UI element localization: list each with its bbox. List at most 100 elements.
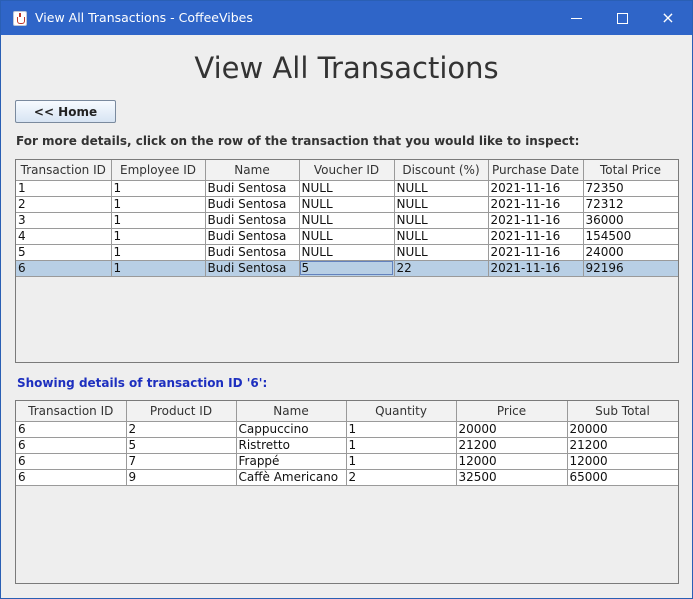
table-cell[interactable]: 72312: [582, 195, 678, 213]
table-cell[interactable]: Budi Sentosa: [204, 243, 300, 261]
table-cell[interactable]: 24000: [582, 243, 678, 261]
table-cell[interactable]: Budi Sentosa: [204, 195, 300, 213]
table-cell[interactable]: 2: [16, 195, 112, 213]
table-cell[interactable]: 5: [125, 436, 237, 454]
details-header-row: Transaction ID Product ID Name Quantity …: [16, 401, 678, 422]
detail-row[interactable]: 6 9 Caffè Americano 2 32500 65000: [16, 468, 678, 486]
table-cell[interactable]: Cappuccino: [235, 420, 347, 438]
table-cell[interactable]: Budi Sentosa: [204, 179, 300, 197]
column-header[interactable]: Voucher ID: [298, 160, 395, 181]
table-cell[interactable]: 7: [125, 452, 237, 470]
detail-row[interactable]: 6 7 Frappé 1 12000 12000: [16, 452, 678, 470]
table-cell[interactable]: 20000: [455, 420, 568, 438]
column-header[interactable]: Purchase Date: [487, 160, 584, 181]
column-header[interactable]: Name: [235, 401, 347, 422]
detail-row[interactable]: 6 5 Ristretto 1 21200 21200: [16, 436, 678, 454]
table-cell[interactable]: NULL: [298, 227, 395, 245]
table-cell-focused[interactable]: 5: [298, 259, 395, 277]
table-cell[interactable]: NULL: [298, 179, 395, 197]
table-cell[interactable]: 72350: [582, 179, 678, 197]
table-cell[interactable]: 1: [345, 452, 457, 470]
table-cell[interactable]: Budi Sentosa: [204, 211, 300, 229]
maximize-icon: [616, 13, 628, 24]
table-cell[interactable]: 2: [125, 420, 237, 438]
column-header[interactable]: Total Price: [582, 160, 678, 181]
table-cell[interactable]: 2021-11-16: [487, 179, 584, 197]
column-header[interactable]: Quantity: [345, 401, 457, 422]
table-cell[interactable]: 6: [16, 259, 112, 277]
minimize-button[interactable]: [553, 1, 599, 35]
table-cell[interactable]: 1: [110, 227, 206, 245]
window-title: View All Transactions - CoffeeVibes: [35, 10, 253, 25]
table-cell[interactable]: 20000: [566, 420, 678, 438]
table-cell[interactable]: 154500: [582, 227, 678, 245]
table-cell[interactable]: 21200: [455, 436, 568, 454]
home-button[interactable]: << Home: [15, 100, 116, 123]
transaction-row[interactable]: 2 1 Budi Sentosa NULL NULL 2021-11-16 72…: [16, 195, 678, 213]
table-cell[interactable]: 2021-11-16: [487, 227, 584, 245]
table-cell[interactable]: 92196: [582, 259, 678, 277]
table-cell[interactable]: 1: [345, 436, 457, 454]
transaction-row-selected[interactable]: 6 1 Budi Sentosa 5 22 2021-11-16 92196: [16, 259, 678, 277]
table-cell[interactable]: 2021-11-16: [487, 243, 584, 261]
table-cell[interactable]: NULL: [298, 211, 395, 229]
column-header[interactable]: Discount (%): [393, 160, 489, 181]
table-cell[interactable]: NULL: [393, 211, 489, 229]
table-cell[interactable]: NULL: [393, 179, 489, 197]
table-cell[interactable]: 12000: [566, 452, 678, 470]
table-cell[interactable]: Budi Sentosa: [204, 227, 300, 245]
column-header[interactable]: Transaction ID: [16, 401, 127, 422]
table-cell[interactable]: 1: [110, 259, 206, 277]
table-cell[interactable]: Caffè Americano: [235, 468, 347, 486]
table-cell[interactable]: 2: [345, 468, 457, 486]
table-cell[interactable]: 12000: [455, 452, 568, 470]
table-cell[interactable]: 1: [110, 243, 206, 261]
table-cell[interactable]: 32500: [455, 468, 568, 486]
table-cell[interactable]: 21200: [566, 436, 678, 454]
table-cell[interactable]: NULL: [298, 195, 395, 213]
column-header[interactable]: Sub Total: [566, 401, 678, 422]
column-header[interactable]: Transaction ID: [16, 160, 112, 181]
table-cell[interactable]: 9: [125, 468, 237, 486]
table-cell[interactable]: 1: [110, 179, 206, 197]
app-window: View All Transactions - CoffeeVibes × Vi…: [0, 0, 693, 599]
table-cell[interactable]: Ristretto: [235, 436, 347, 454]
transaction-row[interactable]: 5 1 Budi Sentosa NULL NULL 2021-11-16 24…: [16, 243, 678, 261]
table-cell[interactable]: NULL: [298, 243, 395, 261]
column-header[interactable]: Employee ID: [110, 160, 206, 181]
transaction-row[interactable]: 1 1 Budi Sentosa NULL NULL 2021-11-16 72…: [16, 179, 678, 197]
table-cell[interactable]: 1: [345, 420, 457, 438]
table-cell[interactable]: 3: [16, 211, 112, 229]
table-cell[interactable]: 6: [16, 436, 127, 454]
title-bar[interactable]: View All Transactions - CoffeeVibes ×: [1, 1, 692, 35]
table-cell[interactable]: 65000: [566, 468, 678, 486]
column-header[interactable]: Name: [204, 160, 300, 181]
table-cell[interactable]: 1: [110, 195, 206, 213]
table-cell[interactable]: NULL: [393, 243, 489, 261]
table-cell[interactable]: 6: [16, 452, 127, 470]
table-cell[interactable]: 5: [16, 243, 112, 261]
transaction-row[interactable]: 4 1 Budi Sentosa NULL NULL 2021-11-16 15…: [16, 227, 678, 245]
table-cell[interactable]: 1: [16, 179, 112, 197]
details-table-panel[interactable]: Transaction ID Product ID Name Quantity …: [15, 400, 679, 584]
close-button[interactable]: ×: [645, 1, 691, 35]
table-cell[interactable]: 4: [16, 227, 112, 245]
table-cell[interactable]: 1: [110, 211, 206, 229]
table-cell[interactable]: NULL: [393, 227, 489, 245]
table-cell[interactable]: NULL: [393, 195, 489, 213]
table-cell[interactable]: Budi Sentosa: [204, 259, 300, 277]
table-cell[interactable]: Frappé: [235, 452, 347, 470]
maximize-button[interactable]: [599, 1, 645, 35]
detail-row[interactable]: 6 2 Cappuccino 1 20000 20000: [16, 420, 678, 438]
transactions-table-panel[interactable]: Transaction ID Employee ID Name Voucher …: [15, 159, 679, 363]
column-header[interactable]: Product ID: [125, 401, 237, 422]
table-cell[interactable]: 2021-11-16: [487, 211, 584, 229]
table-cell[interactable]: 22: [393, 259, 489, 277]
table-cell[interactable]: 2021-11-16: [487, 259, 584, 277]
table-cell[interactable]: 36000: [582, 211, 678, 229]
table-cell[interactable]: 2021-11-16: [487, 195, 584, 213]
table-cell[interactable]: 6: [16, 420, 127, 438]
column-header[interactable]: Price: [455, 401, 568, 422]
transaction-row[interactable]: 3 1 Budi Sentosa NULL NULL 2021-11-16 36…: [16, 211, 678, 229]
table-cell[interactable]: 6: [16, 468, 127, 486]
